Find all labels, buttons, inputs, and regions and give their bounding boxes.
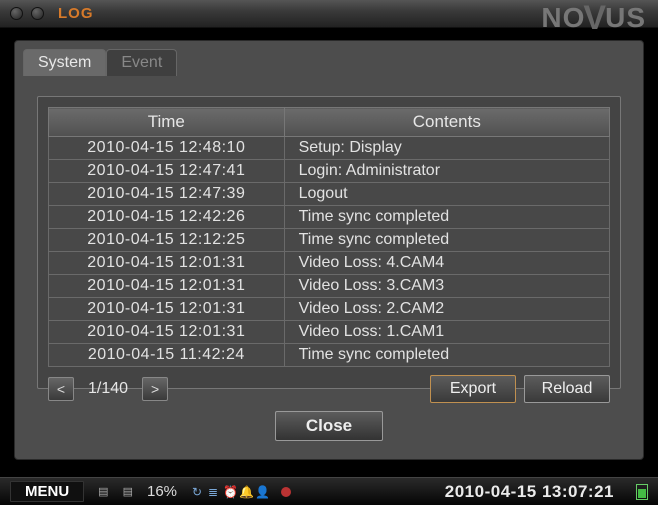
cell-contents: Time sync completed bbox=[284, 206, 609, 229]
page-indicator: 1/140 bbox=[82, 380, 134, 398]
window-control-dot[interactable] bbox=[10, 7, 23, 20]
cell-contents: Time sync completed bbox=[284, 229, 609, 252]
table-row: 2010-04-15 11:42:24Time sync completed bbox=[49, 344, 610, 367]
table-row: 2010-04-15 12:47:39Logout bbox=[49, 183, 610, 206]
record-indicator-icon bbox=[281, 487, 291, 497]
brand-logo: NO V US bbox=[541, 0, 646, 37]
window-control-dot[interactable] bbox=[31, 7, 44, 20]
cell-contents: Login: Administrator bbox=[284, 160, 609, 183]
close-row: Close bbox=[15, 411, 643, 441]
cell-time: 2010-04-15 12:47:39 bbox=[49, 183, 285, 206]
window-title: LOG bbox=[58, 5, 94, 22]
export-button[interactable]: Export bbox=[430, 375, 516, 403]
close-button[interactable]: Close bbox=[275, 411, 383, 441]
user-icon: 👤 bbox=[255, 485, 267, 499]
battery-icon bbox=[636, 484, 648, 500]
table-row: 2010-04-15 12:12:25Time sync completed bbox=[49, 229, 610, 252]
sync-icon: ↻ bbox=[191, 485, 203, 499]
tabs: System Event bbox=[15, 41, 643, 76]
cell-contents: Video Loss: 4.CAM4 bbox=[284, 252, 609, 275]
cell-contents: Video Loss: 1.CAM1 bbox=[284, 321, 609, 344]
cell-time: 2010-04-15 12:01:31 bbox=[49, 252, 285, 275]
cell-time: 2010-04-15 12:12:25 bbox=[49, 229, 285, 252]
disk-icon: ▤ bbox=[98, 485, 108, 498]
brand-text-pre: NO bbox=[541, 2, 585, 34]
page-next-button[interactable]: > bbox=[142, 377, 168, 401]
cell-contents: Time sync completed bbox=[284, 344, 609, 367]
col-header-contents: Contents bbox=[284, 108, 609, 137]
bell-icon: 🔔 bbox=[239, 485, 251, 499]
cell-contents: Video Loss: 3.CAM3 bbox=[284, 275, 609, 298]
cell-contents: Logout bbox=[284, 183, 609, 206]
cell-contents: Video Loss: 2.CAM2 bbox=[284, 298, 609, 321]
alarm-icon: ⏰ bbox=[223, 485, 235, 499]
cell-time: 2010-04-15 12:01:31 bbox=[49, 275, 285, 298]
tab-system[interactable]: System bbox=[23, 49, 106, 76]
table-row: 2010-04-15 12:01:31Video Loss: 2.CAM2 bbox=[49, 298, 610, 321]
network-icon: ≣ bbox=[207, 485, 219, 499]
tab-event[interactable]: Event bbox=[106, 49, 177, 76]
table-row: 2010-04-15 12:01:31Video Loss: 1.CAM1 bbox=[49, 321, 610, 344]
cell-time: 2010-04-15 12:47:41 bbox=[49, 160, 285, 183]
status-icons: ↻ ≣ ⏰ 🔔 👤 bbox=[191, 485, 267, 499]
cell-time: 2010-04-15 12:01:31 bbox=[49, 298, 285, 321]
reload-button[interactable]: Reload bbox=[524, 375, 610, 403]
table-row: 2010-04-15 12:48:10Setup: Display bbox=[49, 137, 610, 160]
table-row: 2010-04-15 12:01:31Video Loss: 3.CAM3 bbox=[49, 275, 610, 298]
table-row: 2010-04-15 12:01:31Video Loss: 4.CAM4 bbox=[49, 252, 610, 275]
cell-contents: Setup: Display bbox=[284, 137, 609, 160]
cell-time: 2010-04-15 12:42:26 bbox=[49, 206, 285, 229]
page-prev-button[interactable]: < bbox=[48, 377, 74, 401]
actions-row: < 1/140 > Export Reload bbox=[48, 375, 610, 403]
brand-text-post: US bbox=[605, 2, 646, 34]
cell-time: 2010-04-15 12:48:10 bbox=[49, 137, 285, 160]
status-bar: MENU ▤ ▤ 16% ↻ ≣ ⏰ 🔔 👤 2010-04-15 13:07:… bbox=[0, 477, 658, 505]
clock: 2010-04-15 13:07:21 bbox=[445, 482, 614, 502]
cell-time: 2010-04-15 11:42:24 bbox=[49, 344, 285, 367]
table-row: 2010-04-15 12:47:41Login: Administrator bbox=[49, 160, 610, 183]
title-bar: LOG NO V US bbox=[0, 0, 658, 28]
col-header-time: Time bbox=[49, 108, 285, 137]
cell-time: 2010-04-15 12:01:31 bbox=[49, 321, 285, 344]
brand-text-v: V bbox=[583, 0, 607, 38]
log-panel: Time Contents 2010-04-15 12:48:10Setup: … bbox=[37, 96, 621, 389]
menu-button[interactable]: MENU bbox=[10, 481, 84, 502]
disk-icon: ▤ bbox=[123, 485, 133, 498]
log-window: System Event Time Contents 2010-04-15 12… bbox=[14, 40, 644, 460]
log-table: Time Contents 2010-04-15 12:48:10Setup: … bbox=[48, 107, 610, 367]
table-row: 2010-04-15 12:42:26Time sync completed bbox=[49, 206, 610, 229]
disk-usage: 16% bbox=[147, 483, 177, 500]
